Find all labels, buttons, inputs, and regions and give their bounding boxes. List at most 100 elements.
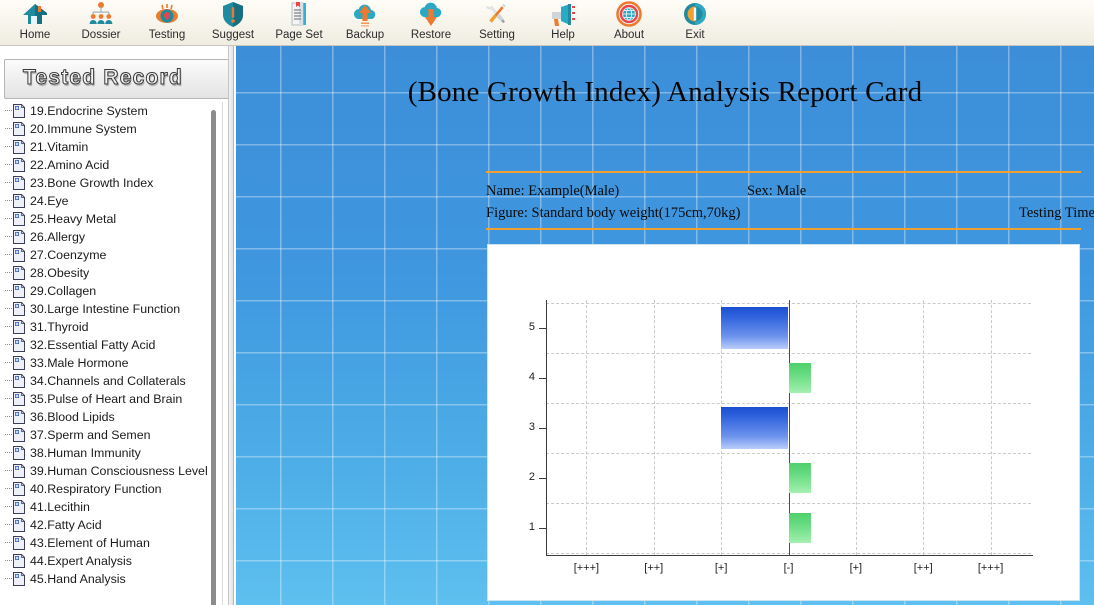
chart-gridline-vertical xyxy=(990,300,992,555)
chart-bar xyxy=(721,406,789,449)
chart-x-tick-label: [+] xyxy=(714,562,728,574)
tree-item[interactable]: 39.Human Consciousness Level xyxy=(0,462,222,480)
tree-connector-icon xyxy=(4,498,13,516)
toolbar-button-suggest[interactable]: Suggest xyxy=(200,0,266,45)
header-divider-bottom xyxy=(486,228,1081,230)
tree-item[interactable]: 27.Coenzyme xyxy=(0,246,222,264)
toolbar-button-about[interactable]: About xyxy=(596,0,662,45)
tree-item-label: 20.Immune System xyxy=(30,122,137,136)
chart-y-tick xyxy=(539,377,546,379)
tree-item[interactable]: 43.Element of Human xyxy=(0,534,222,552)
tree-connector-icon xyxy=(4,516,13,534)
toolbar-label: Testing xyxy=(148,29,186,41)
tested-record-tree[interactable]: 19.Endocrine System 20.Immune System 21.Vi… xyxy=(0,102,223,605)
tree-connector-icon xyxy=(4,570,13,588)
document-icon xyxy=(13,518,25,532)
document-icon xyxy=(13,536,25,550)
tree-item[interactable]: 25.Heavy Metal xyxy=(0,210,222,228)
document-icon xyxy=(13,428,25,442)
patient-name: Name: Example(Male) xyxy=(486,183,620,199)
tree-item[interactable]: 42.Fatty Acid xyxy=(0,516,222,534)
tree-item[interactable]: 20.Immune System xyxy=(0,120,222,138)
main-toolbar: Home Dossier Testing Suggest Page Set Ba… xyxy=(0,0,1094,46)
tree-item-label: 22.Amino Acid xyxy=(30,158,110,172)
tree-item[interactable]: 41.Lecithin xyxy=(0,498,222,516)
sidebar-splitter[interactable] xyxy=(228,46,234,605)
chart-bar xyxy=(788,512,811,543)
tree-item-label: 28.Obesity xyxy=(30,266,90,280)
chart-y-tick xyxy=(539,527,546,529)
tree-connector-icon xyxy=(4,426,13,444)
tree-item[interactable]: 35.Pulse of Heart and Brain xyxy=(0,390,222,408)
tree-item[interactable]: 40.Respiratory Function xyxy=(0,480,222,498)
chart-y-tick-label: 2 xyxy=(528,470,535,483)
chart-y-tick-label: 3 xyxy=(528,420,535,433)
document-icon xyxy=(13,356,25,370)
tree-item[interactable]: 33.Male Hormone xyxy=(0,354,222,372)
tree-connector-icon xyxy=(4,282,13,300)
home-icon xyxy=(20,1,50,28)
tree-item-label: 42.Fatty Acid xyxy=(30,518,102,532)
megaphone-help-icon xyxy=(548,1,578,28)
tree-item-label: 23.Bone Growth Index xyxy=(30,176,154,190)
toolbar-label: Dossier xyxy=(81,29,121,41)
tree-item[interactable]: 31.Thyroid xyxy=(0,318,222,336)
tree-item-label: 33.Male Hormone xyxy=(30,356,129,370)
tree-item[interactable]: 28.Obesity xyxy=(0,264,222,282)
sidebar-vertical-scroll-thumb[interactable] xyxy=(211,110,216,605)
tree-item[interactable]: 45.Hand Analysis xyxy=(0,570,222,588)
toolbar-button-setting[interactable]: Setting xyxy=(464,0,530,45)
toolbar-button-dossier[interactable]: Dossier xyxy=(68,0,134,45)
page-set-document-icon xyxy=(284,1,314,28)
toolbar-label: Suggest xyxy=(211,29,255,41)
document-icon xyxy=(13,158,25,172)
document-icon xyxy=(13,230,25,244)
globe-target-about-icon xyxy=(614,1,644,28)
tree-connector-icon xyxy=(4,390,13,408)
document-icon xyxy=(13,248,25,262)
toolbar-button-help[interactable]: Help xyxy=(530,0,596,45)
tree-item[interactable]: 22.Amino Acid xyxy=(0,156,222,174)
tree-item-label: 26.Allergy xyxy=(30,230,86,244)
power-exit-icon xyxy=(680,1,710,28)
tree-item[interactable]: 37.Sperm and Semen xyxy=(0,426,222,444)
tree-item[interactable]: 34.Channels and Collaterals xyxy=(0,372,222,390)
chart-plot-area: 1 2 3 4 5 [+++] [++] [+] [-] [+] [++] [+++] xyxy=(529,300,1033,574)
document-icon xyxy=(13,320,25,334)
tree-item[interactable]: 21.Vitamin xyxy=(0,138,222,156)
sidebar-vertical-scrollbar[interactable] xyxy=(207,102,221,605)
tree-connector-icon xyxy=(4,120,13,138)
tree-connector-icon xyxy=(4,444,13,462)
cloud-upload-backup-icon xyxy=(350,1,380,28)
tree-item[interactable]: 38.Human Immunity xyxy=(0,444,222,462)
toolbar-button-exit[interactable]: Exit xyxy=(662,0,728,45)
tree-item[interactable]: 29.Collagen xyxy=(0,282,222,300)
toolbar-button-testing[interactable]: Testing xyxy=(134,0,200,45)
tree-connector-icon xyxy=(4,336,13,354)
tree-item[interactable]: 44.Expert Analysis xyxy=(0,552,222,570)
tree-item[interactable]: 19.Endocrine System xyxy=(0,102,222,120)
tree-connector-icon xyxy=(4,156,13,174)
tree-item[interactable]: 32.Essential Fatty Acid xyxy=(0,336,222,354)
tree-item[interactable]: 30.Large Intestine Function xyxy=(0,300,222,318)
tree-connector-icon xyxy=(4,300,13,318)
tree-item[interactable]: 23.Bone Growth Index xyxy=(0,174,222,192)
tree-item[interactable]: 24.Eye xyxy=(0,192,222,210)
dossier-people-icon xyxy=(86,1,116,28)
tree-connector-icon xyxy=(4,372,13,390)
toolbar-button-page-set[interactable]: Page Set xyxy=(266,0,332,45)
tree-item[interactable]: 26.Allergy xyxy=(0,228,222,246)
chart-y-tick xyxy=(539,427,546,429)
tree-connector-icon xyxy=(4,210,13,228)
chart-x-axis xyxy=(546,555,1033,556)
application-window: Home Dossier Testing Suggest Page Set Ba… xyxy=(0,0,1094,605)
document-icon xyxy=(13,392,25,406)
document-icon xyxy=(13,446,25,460)
tree-item[interactable]: 36.Blood Lipids xyxy=(0,408,222,426)
toolbar-button-backup[interactable]: Backup xyxy=(332,0,398,45)
chart-gridline-vertical xyxy=(653,300,655,555)
toolbar-button-home[interactable]: Home xyxy=(2,0,68,45)
tested-record-sidebar: Tested Record 19.Endocrine System 20.Immu… xyxy=(0,46,239,605)
tree-connector-icon xyxy=(4,174,13,192)
toolbar-button-restore[interactable]: Restore xyxy=(398,0,464,45)
